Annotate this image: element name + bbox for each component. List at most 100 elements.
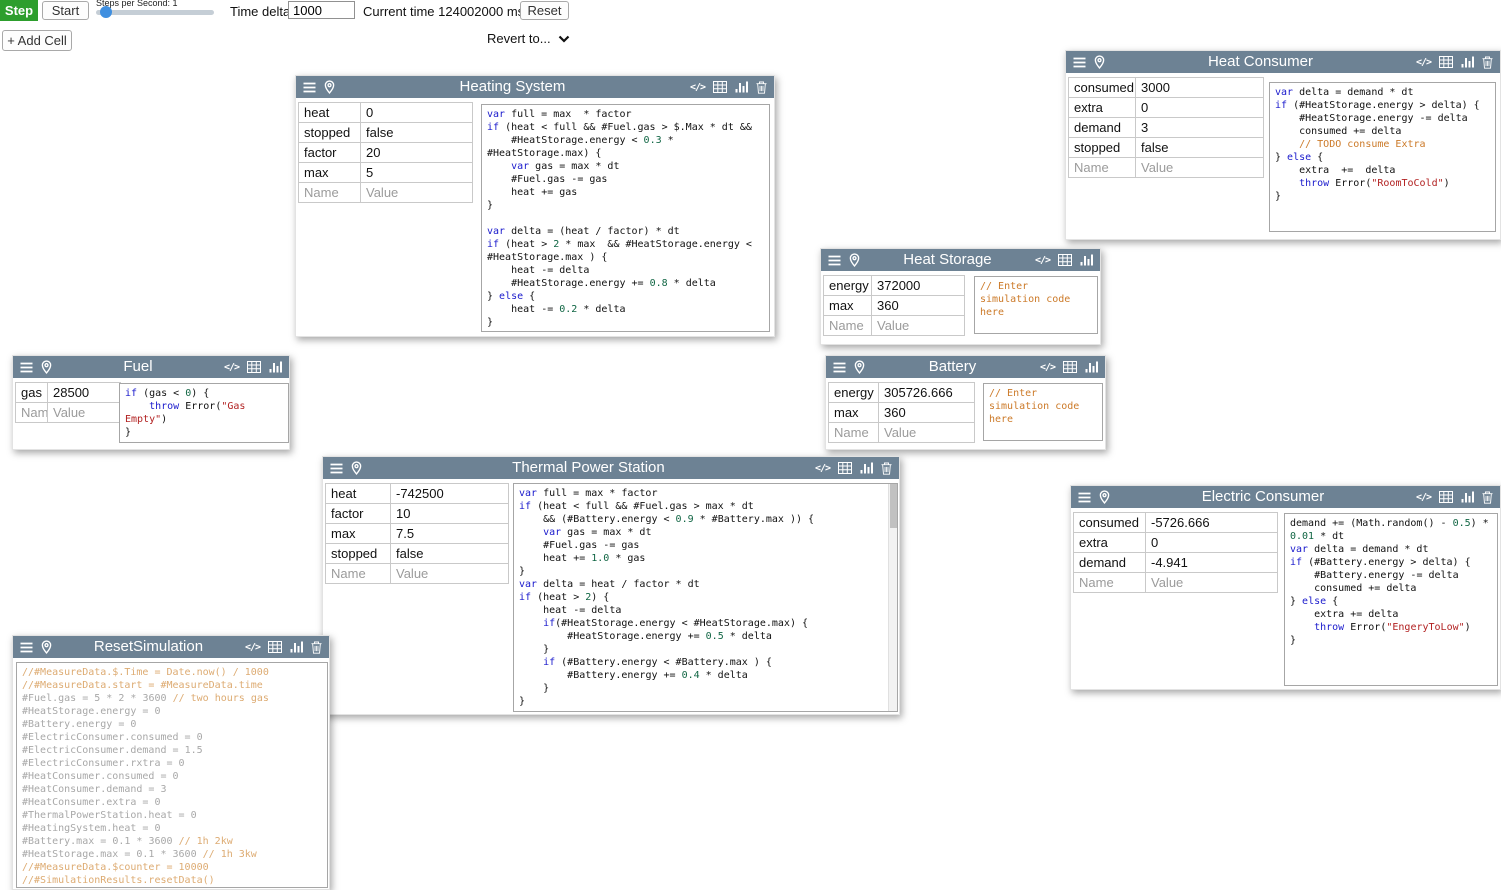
menu-icon[interactable] xyxy=(20,362,33,373)
chart-icon[interactable] xyxy=(269,361,282,373)
var-value[interactable]: -742500 xyxy=(390,483,509,504)
menu-icon[interactable] xyxy=(20,642,33,653)
var-value[interactable]: 360 xyxy=(871,295,965,316)
scrollbar-thumb[interactable] xyxy=(890,484,897,528)
chart-icon[interactable] xyxy=(290,641,303,653)
menu-icon[interactable] xyxy=(828,255,841,266)
var-value[interactable]: 7.5 xyxy=(390,523,509,544)
var-value[interactable]: false xyxy=(1135,137,1264,158)
table-icon[interactable] xyxy=(1058,254,1072,266)
new-var-name-input[interactable]: Name xyxy=(1068,157,1136,178)
pin-icon[interactable] xyxy=(1094,55,1105,69)
new-var-value-input[interactable]: Value xyxy=(1145,572,1278,593)
var-value[interactable]: 3 xyxy=(1135,117,1264,138)
trash-icon[interactable] xyxy=(311,641,322,654)
code-scrollbar[interactable] xyxy=(888,484,897,711)
new-var-value-input[interactable]: Value xyxy=(360,182,473,203)
new-var-value-input[interactable]: Value xyxy=(871,315,965,336)
code-editor[interactable]: var delta = demand * dtif (#HeatStorage.… xyxy=(1269,82,1496,232)
revert-to-dropdown[interactable]: Revert to... xyxy=(487,31,570,46)
var-value[interactable]: -5726.666 xyxy=(1145,512,1278,533)
chart-icon[interactable] xyxy=(1080,254,1093,266)
panel-header[interactable]: Fuel </> xyxy=(13,356,289,378)
pin-icon[interactable] xyxy=(1099,490,1110,504)
code-editor[interactable]: var full = max * factorif (heat < full &… xyxy=(481,104,770,332)
var-value[interactable]: 5 xyxy=(360,162,473,183)
menu-icon[interactable] xyxy=(1073,57,1086,68)
code-icon[interactable]: </> xyxy=(815,463,830,474)
new-var-value-input[interactable]: Value xyxy=(1135,157,1264,178)
new-var-value-input[interactable]: Value xyxy=(47,402,121,423)
var-value[interactable]: false xyxy=(390,543,509,564)
var-value[interactable]: 0 xyxy=(1145,532,1278,553)
var-value[interactable]: 10 xyxy=(390,503,509,524)
pin-icon[interactable] xyxy=(41,640,52,654)
chart-icon[interactable] xyxy=(1461,491,1474,503)
var-value[interactable]: 28500 xyxy=(47,382,121,403)
pin-icon[interactable] xyxy=(324,80,335,94)
pin-icon[interactable] xyxy=(351,461,362,475)
chart-icon[interactable] xyxy=(1461,56,1474,68)
new-var-name-input[interactable]: Name xyxy=(1073,572,1146,593)
panel-header[interactable]: Heat Consumer </> xyxy=(1066,51,1500,73)
var-value[interactable]: 372000 xyxy=(871,275,965,296)
code-editor[interactable]: var full = max * factorif (heat < full &… xyxy=(513,483,898,712)
menu-icon[interactable] xyxy=(330,463,343,474)
code-editor[interactable]: if (gas < 0) { throw Error("Gas Empty")} xyxy=(119,383,289,443)
code-editor[interactable]: // Enter simulation code here xyxy=(983,383,1103,441)
table-icon[interactable] xyxy=(1063,361,1077,373)
code-icon[interactable]: </> xyxy=(1416,57,1431,68)
menu-icon[interactable] xyxy=(303,82,316,93)
var-value[interactable]: false xyxy=(360,122,473,143)
code-icon[interactable]: </> xyxy=(245,642,260,653)
table-icon[interactable] xyxy=(268,641,282,653)
chart-icon[interactable] xyxy=(735,81,748,93)
var-value[interactable]: -4.941 xyxy=(1145,552,1278,573)
steps-slider-track[interactable] xyxy=(96,10,214,15)
panel-header[interactable]: Heat Storage </> xyxy=(821,249,1100,271)
var-value[interactable]: 360 xyxy=(878,402,975,423)
pin-icon[interactable] xyxy=(849,253,860,267)
time-delta-input[interactable] xyxy=(288,1,355,19)
code-icon[interactable]: </> xyxy=(690,82,705,93)
new-var-name-input[interactable]: Name xyxy=(325,563,391,584)
steps-slider-thumb[interactable] xyxy=(100,6,112,18)
pin-icon[interactable] xyxy=(854,360,865,374)
chart-icon[interactable] xyxy=(1085,361,1098,373)
panel-header[interactable]: ResetSimulation </> xyxy=(13,636,329,658)
var-value[interactable]: 305726.666 xyxy=(878,382,975,403)
new-var-name-input[interactable]: Name xyxy=(15,402,48,423)
new-var-value-input[interactable]: Value xyxy=(390,563,509,584)
panel-header[interactable]: Thermal Power Station </> xyxy=(323,457,899,479)
code-icon[interactable]: </> xyxy=(1416,492,1431,503)
table-icon[interactable] xyxy=(838,462,852,474)
table-icon[interactable] xyxy=(1439,491,1453,503)
code-editor[interactable]: //#MeasureData.$.Time = Date.now() / 100… xyxy=(16,662,328,888)
panel-header[interactable]: Electric Consumer </> xyxy=(1071,486,1500,508)
var-value[interactable]: 3000 xyxy=(1135,77,1264,98)
var-value[interactable]: 0 xyxy=(1135,97,1264,118)
table-icon[interactable] xyxy=(713,81,727,93)
table-icon[interactable] xyxy=(247,361,261,373)
panel-header[interactable]: Heating System </> xyxy=(296,76,774,98)
trash-icon[interactable] xyxy=(1482,491,1493,504)
panel-header[interactable]: Battery </> xyxy=(826,356,1105,378)
new-var-name-input[interactable]: Name xyxy=(298,182,361,203)
code-editor[interactable]: demand += (Math.random() - 0.5) *0.01 * … xyxy=(1284,513,1498,686)
new-var-name-input[interactable]: Name xyxy=(828,422,879,443)
table-icon[interactable] xyxy=(1439,56,1453,68)
trash-icon[interactable] xyxy=(881,462,892,475)
pin-icon[interactable] xyxy=(41,360,52,374)
trash-icon[interactable] xyxy=(1482,56,1493,69)
trash-icon[interactable] xyxy=(756,81,767,94)
start-button[interactable]: Start xyxy=(42,1,89,20)
new-var-value-input[interactable]: Value xyxy=(878,422,975,443)
new-var-name-input[interactable]: Name xyxy=(823,315,872,336)
chart-icon[interactable] xyxy=(860,462,873,474)
code-icon[interactable]: </> xyxy=(1035,255,1050,266)
menu-icon[interactable] xyxy=(833,362,846,373)
menu-icon[interactable] xyxy=(1078,492,1091,503)
step-button[interactable]: Step xyxy=(0,0,38,21)
code-icon[interactable]: </> xyxy=(224,362,239,373)
reset-button[interactable]: Reset xyxy=(520,1,569,20)
